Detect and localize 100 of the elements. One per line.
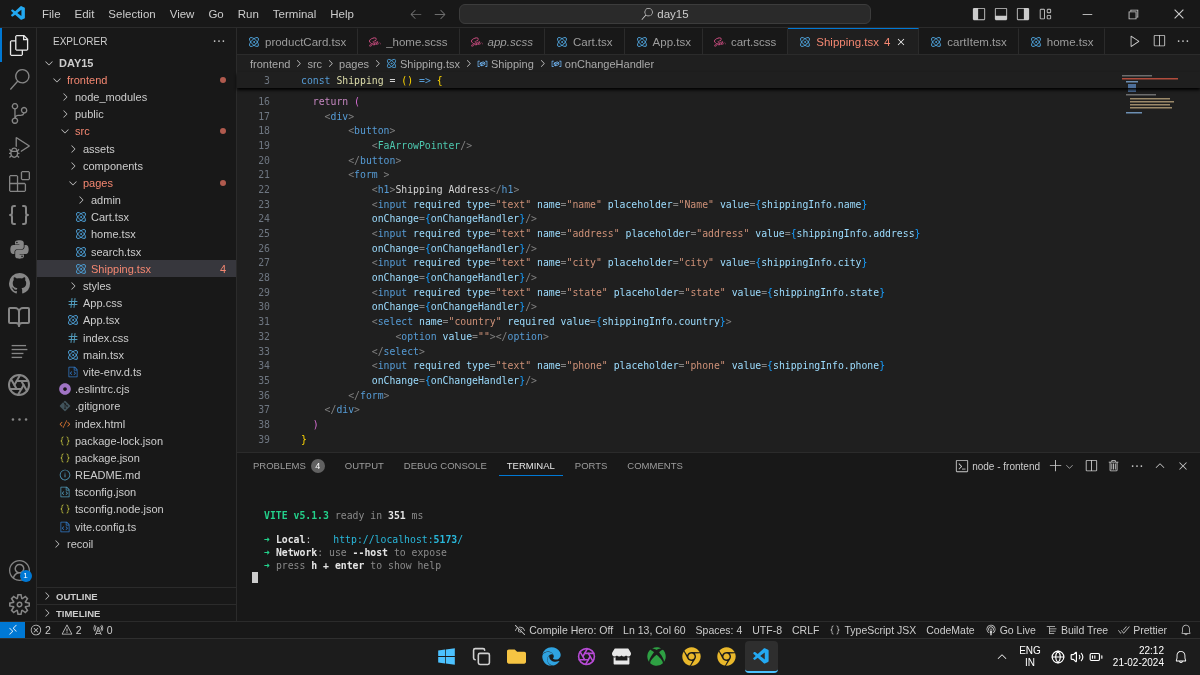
- explorer-folder[interactable]: admin: [37, 191, 236, 209]
- explorer-folder[interactable]: frontend: [37, 71, 236, 89]
- menu-item[interactable]: Selection: [101, 7, 163, 20]
- explorer-entry[interactable]: .eslintrc.cjs: [37, 380, 236, 398]
- breadcrumb-item[interactable]: Shipping.tsx: [400, 57, 460, 70]
- secondary-sidebar-icon[interactable]: [1016, 6, 1030, 21]
- status-item[interactable]: 0: [106, 624, 113, 636]
- bell-icon[interactable]: [1180, 624, 1192, 636]
- status-item[interactable]: 2: [75, 624, 82, 636]
- breadcrumb-item[interactable]: pages: [339, 57, 370, 70]
- explorer-entry[interactable]: tsconfig.node.json: [37, 500, 236, 519]
- sidebar-layout-icon[interactable]: [972, 6, 986, 21]
- explorer-entry[interactable]: tsconfig.json: [37, 483, 236, 501]
- remote-icon[interactable]: [6, 624, 19, 636]
- split-terminal-icon[interactable]: [1084, 459, 1098, 473]
- explorer-folder[interactable]: recoil: [37, 535, 236, 553]
- explorer-entry[interactable]: index.html: [37, 414, 236, 433]
- explorer-folder[interactable]: DAY15: [37, 54, 236, 72]
- trash-icon[interactable]: [1107, 459, 1121, 473]
- explorer-folder[interactable]: pages: [37, 174, 236, 192]
- language-indicator[interactable]: ENG IN: [1019, 644, 1041, 670]
- explorer-entry[interactable]: Cart.tsx: [37, 208, 236, 226]
- explorer-entry[interactable]: vite-env.d.ts: [37, 363, 236, 381]
- entry-name: frontend: [67, 73, 109, 86]
- menu-item[interactable]: Run: [230, 7, 266, 20]
- explorer-entry[interactable]: index.css: [37, 329, 236, 347]
- vscode-icon[interactable]: [745, 641, 778, 673]
- breadcrumb-item[interactable]: onChangeHandler: [564, 57, 655, 70]
- explorer-entry[interactable]: package-lock.json: [37, 432, 236, 450]
- status-item[interactable]: CodeMate: [926, 624, 975, 636]
- menu-item[interactable]: Edit: [67, 7, 102, 20]
- settings-icon[interactable]: [8, 593, 30, 615]
- json-icon: [59, 451, 71, 464]
- menu-item[interactable]: View: [162, 7, 202, 20]
- status-item[interactable]: Build Tree: [1060, 624, 1109, 636]
- explorer-entry[interactable]: main.tsx: [37, 346, 236, 364]
- tab-title: home.tsx: [1046, 35, 1094, 48]
- status-item[interactable]: UTF-8: [752, 624, 783, 636]
- panel-tab[interactable]: TERMINAL: [498, 456, 563, 476]
- menu-item[interactable]: Terminal: [265, 7, 324, 20]
- hash-icon: [67, 331, 79, 344]
- menu-item[interactable]: Help: [323, 7, 361, 20]
- clock[interactable]: 22:12 21-02-2024: [1112, 644, 1164, 670]
- run-icon[interactable]: [1128, 34, 1142, 48]
- status-item[interactable]: Compile Hero: Off: [529, 624, 614, 636]
- bell-icon[interactable]: [1174, 650, 1188, 664]
- explorer-entry[interactable]: App.tsx: [37, 311, 236, 329]
- menu-item[interactable]: File: [35, 7, 68, 20]
- explorer-folder[interactable]: node_modules: [37, 88, 236, 106]
- command-center-text[interactable]: day15: [657, 7, 689, 20]
- terminal-name[interactable]: node - frontend: [972, 460, 1040, 472]
- menu-item[interactable]: Go: [201, 7, 231, 20]
- explorer-folder[interactable]: public: [37, 105, 236, 123]
- explorer-entry[interactable]: home.tsx: [37, 225, 236, 244]
- tab-title: cartItem.tsx: [947, 35, 1007, 48]
- status-item[interactable]: Spaces: 4: [695, 624, 743, 636]
- editor-tab[interactable]: Shipping.tsx 4: [788, 28, 920, 54]
- explorer-entry[interactable]: package.json: [37, 449, 236, 467]
- status-item[interactable]: Go Live: [999, 624, 1036, 636]
- speaker-icon[interactable]: [1069, 650, 1084, 664]
- split-editor-icon[interactable]: [1152, 34, 1166, 48]
- react-icon: [635, 35, 648, 48]
- section-header[interactable]: TIMELINE: [56, 607, 101, 619]
- entry-name: index.css: [83, 331, 130, 344]
- explorer-entry[interactable]: README.md: [37, 466, 236, 484]
- explorer-folder[interactable]: components: [37, 157, 236, 175]
- panel-tab[interactable]: PROBLEMS 4: [245, 454, 333, 478]
- explorer-entry[interactable]: App.css: [37, 294, 236, 312]
- add-icon[interactable]: [1049, 459, 1063, 473]
- line-number: 33: [257, 345, 270, 357]
- layout-icon[interactable]: [1038, 6, 1052, 21]
- tab-title: Shipping.tsx: [816, 35, 879, 48]
- explorer-folder[interactable]: src: [37, 122, 236, 140]
- breadcrumb-item[interactable]: Shipping: [490, 57, 534, 70]
- panel-layout-icon[interactable]: [994, 6, 1008, 21]
- status-item[interactable]: CRLF: [792, 624, 820, 636]
- status-item[interactable]: 2: [45, 624, 51, 636]
- explorer-entry[interactable]: search.tsx: [37, 243, 236, 261]
- globe-icon[interactable]: [1050, 650, 1065, 664]
- line-number: 23: [257, 198, 270, 210]
- breadcrumb-item[interactable]: frontend: [250, 57, 291, 70]
- panel-tab[interactable]: DEBUG CONSOLE: [395, 456, 495, 476]
- react-icon: [67, 348, 79, 361]
- status-item[interactable]: Ln 13, Col 60: [623, 624, 686, 636]
- status-item[interactable]: Prettier: [1133, 624, 1167, 636]
- panel-tab[interactable]: OUTPUT: [336, 456, 392, 476]
- explorer-entry[interactable]: .gitignore: [37, 397, 236, 415]
- panel-tab[interactable]: PORTS: [566, 456, 616, 476]
- explorer-entry[interactable]: Shipping.tsx 4: [37, 260, 236, 278]
- breadcrumb-item[interactable]: src: [307, 57, 323, 70]
- battery-icon[interactable]: [1088, 650, 1103, 664]
- explorer-folder[interactable]: assets: [37, 139, 236, 158]
- line-number: 20: [257, 154, 270, 166]
- explorer-entry[interactable]: vite.config.ts: [37, 518, 236, 536]
- panel-tab[interactable]: COMMENTS: [619, 456, 691, 476]
- explorer-folder[interactable]: styles: [37, 277, 236, 295]
- section-header[interactable]: OUTLINE: [56, 590, 98, 602]
- status-item[interactable]: TypeScript JSX: [844, 624, 917, 636]
- url-link[interactable]: http://localhost:5173/: [333, 534, 464, 546]
- sidebar-title: EXPLORER: [53, 35, 108, 47]
